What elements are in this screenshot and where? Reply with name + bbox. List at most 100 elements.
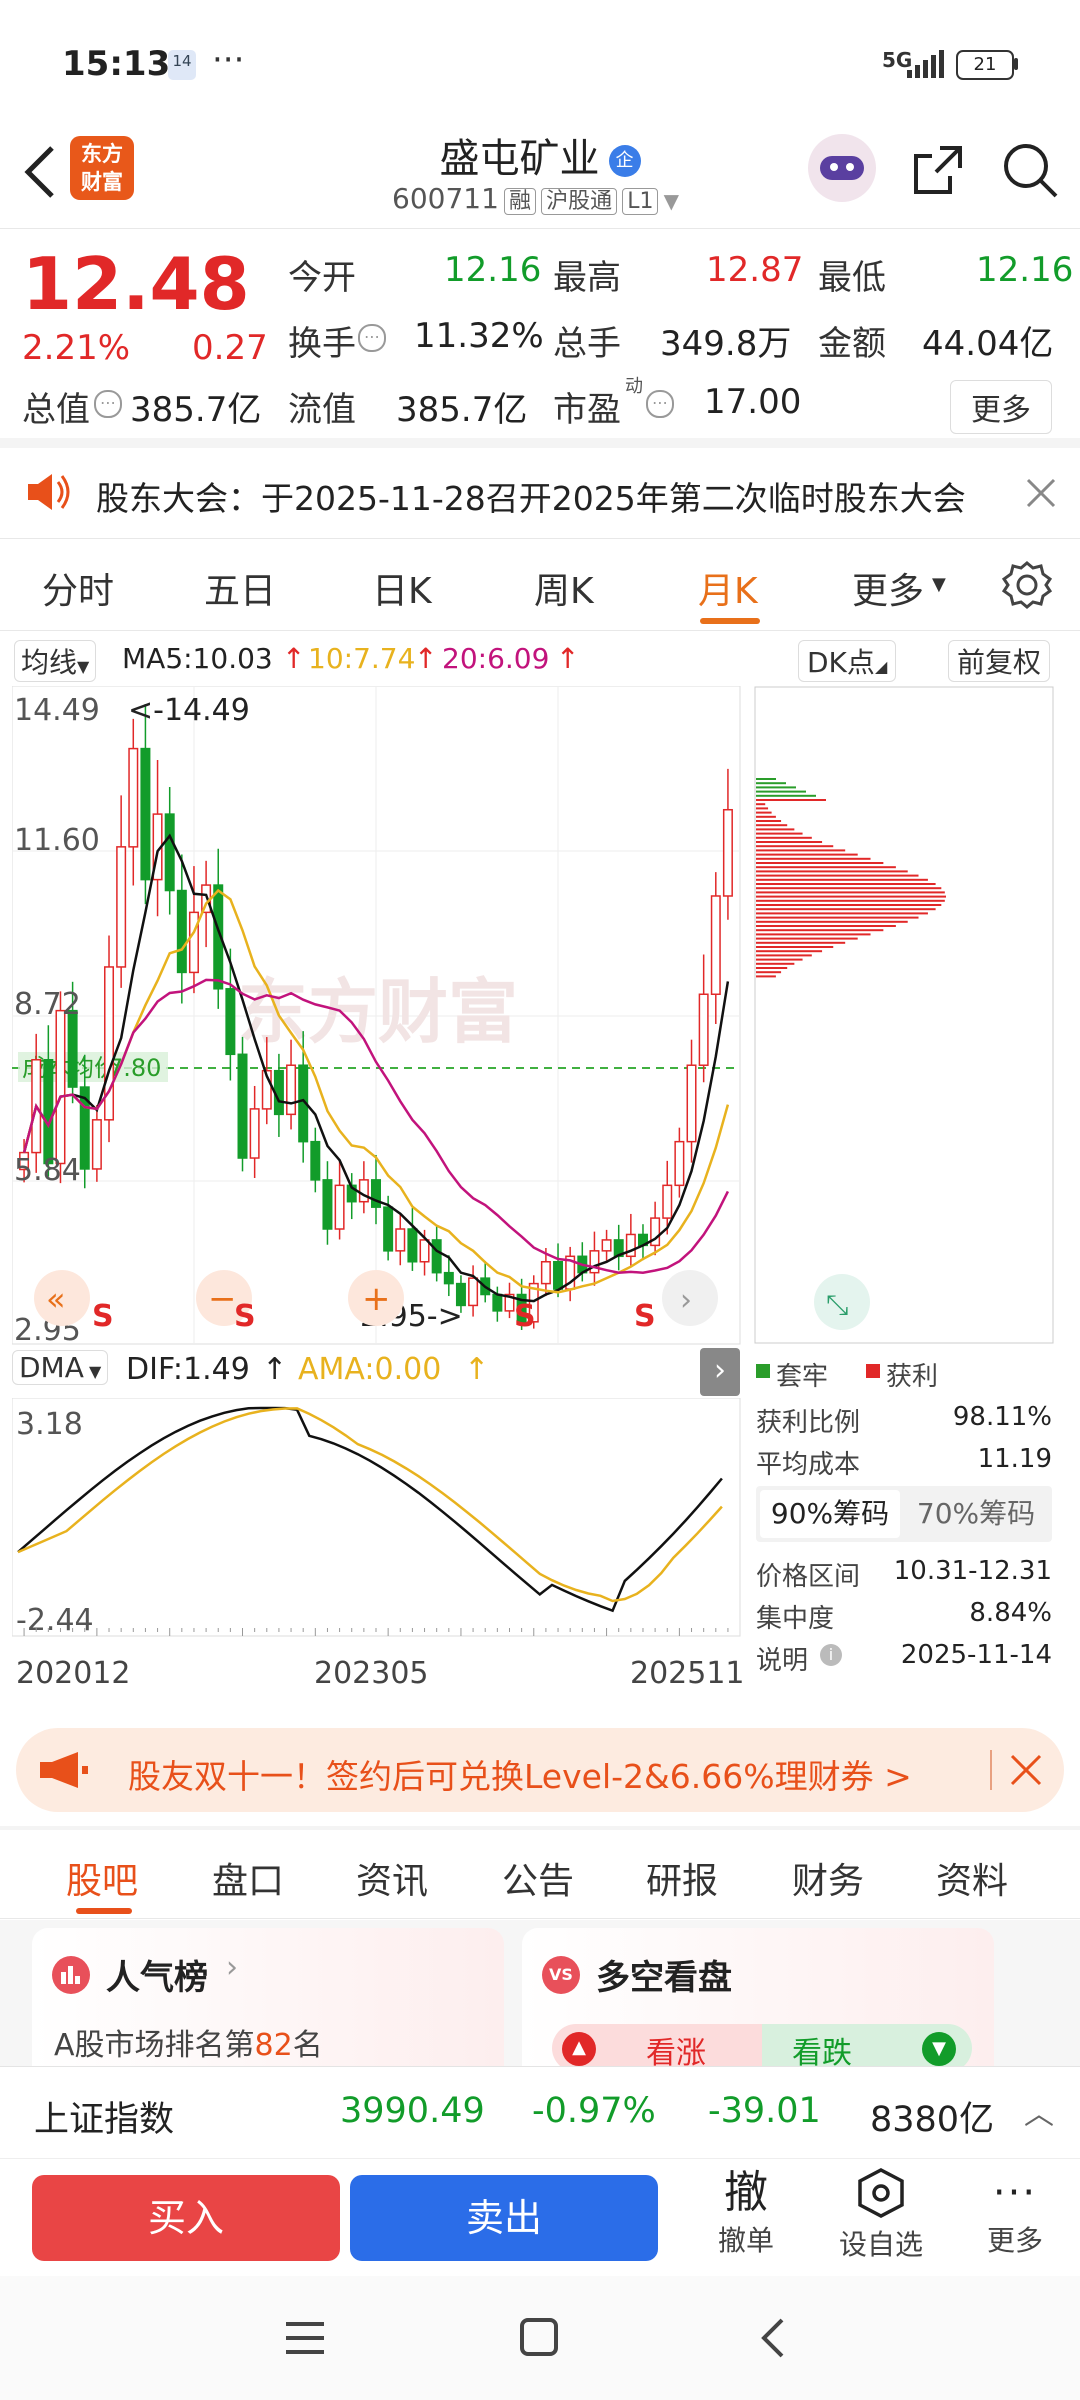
- s-mark: S: [634, 1299, 656, 1334]
- chip-bar: [756, 794, 816, 797]
- candle: [710, 895, 721, 996]
- profit-ratio-label: 获利比例: [756, 1408, 861, 1438]
- tab-weekly[interactable]: 周K: [534, 562, 594, 614]
- promo-text: 股友双十一！签约后可兑换Level-2&6.66%理财券 >: [128, 1757, 912, 1796]
- tab-intraday[interactable]: 分时: [42, 562, 114, 614]
- notice-bar[interactable]: 股东大会：于2025-11-28召开2025年第二次临时股东大会: [0, 448, 1080, 538]
- tab-announcements[interactable]: 公告: [502, 1852, 574, 1904]
- chip-bar: [756, 807, 769, 810]
- dma-y-bottom: -2.44: [16, 1603, 94, 1638]
- bull-button[interactable]: ▲ 看涨: [552, 2024, 762, 2066]
- add-watchlist-button[interactable]: 设自选: [826, 2167, 936, 2263]
- settings-icon[interactable]: [1002, 560, 1052, 610]
- tab-5day[interactable]: 五日: [204, 562, 276, 614]
- megaphone-icon: [40, 1752, 88, 1788]
- candle: [419, 1239, 430, 1263]
- candle: [176, 889, 187, 974]
- tab-more[interactable]: 更多: [852, 562, 924, 614]
- y-label-2: 11.60: [14, 823, 100, 858]
- last-price: 12.48: [22, 242, 250, 326]
- candle: [67, 1009, 78, 1088]
- tab-news[interactable]: 资讯: [356, 1852, 428, 1904]
- divider: [0, 228, 1080, 229]
- dma-chart[interactable]: 3.18 -2.44: [12, 1398, 742, 1638]
- share-icon[interactable]: [910, 142, 966, 198]
- info-icon[interactable]: i: [820, 1644, 842, 1666]
- tab-research[interactable]: 研报: [646, 1852, 718, 1904]
- cancel-order-button[interactable]: 撤 撤单: [706, 2167, 786, 2259]
- divider: [0, 1918, 1080, 1919]
- assistant-robot-icon[interactable]: [808, 134, 876, 202]
- duokong-card[interactable]: VS 多空看盘 ▲ 看涨 看跌 ▼: [522, 1928, 994, 2066]
- more-label: 更多: [986, 2224, 1043, 2257]
- tab-daily[interactable]: 日K: [372, 562, 432, 614]
- chip-bar: [756, 933, 871, 936]
- price-range-label: 价格区间: [756, 1562, 861, 1592]
- menu-icon[interactable]: [284, 2318, 326, 2358]
- close-icon[interactable]: [1008, 1752, 1044, 1788]
- chip-bar: [756, 853, 858, 856]
- index-ticker-bar[interactable]: 上证指数 3990.49 -0.97% -39.01 8380亿 ︿: [0, 2066, 1080, 2159]
- tag-margin: 融: [503, 188, 536, 215]
- ma-select[interactable]: 均线▼: [14, 640, 97, 682]
- back-icon[interactable]: [758, 2316, 788, 2360]
- chip-bar: [756, 828, 795, 831]
- expand-indicator-button[interactable]: ›: [700, 1348, 740, 1396]
- index-name: 上证指数: [34, 2100, 175, 2140]
- candle: [286, 1064, 297, 1116]
- tab-profile[interactable]: 资料: [936, 1852, 1008, 1904]
- tab-finance[interactable]: 财务: [792, 1852, 864, 1904]
- dma-select[interactable]: DMA ▼: [12, 1350, 109, 1385]
- chip-bar: [756, 832, 803, 835]
- s-mark: S: [234, 1299, 256, 1334]
- dropdown-icon[interactable]: ▼: [664, 189, 679, 213]
- index-pct: -0.97%: [532, 2091, 656, 2131]
- sell-button[interactable]: 卖出: [350, 2175, 658, 2261]
- mktcap-value: 385.7亿: [130, 390, 262, 430]
- info-icon[interactable]: ⋯: [94, 390, 122, 418]
- chart-period-tabs: 分时 五日 日K 周K 月K 更多 ▼: [0, 540, 1080, 630]
- trade-action-bar: 买入 卖出 撤 撤单 设自选 ··· 更多: [0, 2158, 1080, 2277]
- profit-legend-icon: [866, 1364, 880, 1378]
- float-value: 385.7亿: [396, 390, 528, 430]
- home-icon[interactable]: [518, 2316, 560, 2358]
- status-bar: 15:13 14 ··· 5G 21: [0, 0, 1080, 120]
- tab-pankou[interactable]: 盘口: [212, 1852, 284, 1904]
- forward-adjust-button[interactable]: 前复权: [948, 640, 1051, 682]
- popularity-card[interactable]: 人气榜 › A股市场排名第82名: [32, 1928, 504, 2066]
- mktcap-label: 总值: [22, 390, 90, 430]
- promo-banner[interactable]: 股友双十一！签约后可兑换Level-2&6.66%理财券 >: [16, 1728, 1064, 1812]
- search-icon[interactable]: [1000, 140, 1060, 200]
- info-icon[interactable]: ⋯: [646, 390, 674, 418]
- info-icon[interactable]: ⋯: [358, 324, 386, 352]
- dk-point-button[interactable]: DK点◢: [798, 640, 897, 682]
- cancel-icon: 撤: [724, 2167, 768, 2218]
- ma-indicator-bar: 均线▼ MA5:10.03 ↑ 10:7.74 ↑ 20:6.09 ↑ DK点◢…: [0, 636, 1080, 686]
- candle: [431, 1239, 442, 1274]
- rank-number: 82: [254, 2028, 293, 2063]
- concentration-value: 8.84%: [969, 1598, 1052, 1628]
- candle: [371, 1179, 381, 1208]
- more-quote-button[interactable]: 更多: [950, 380, 1052, 434]
- more-actions-button[interactable]: ··· 更多: [970, 2167, 1060, 2259]
- y-label-4: 5.84: [14, 1153, 81, 1188]
- buy-button[interactable]: 买入: [32, 2175, 340, 2261]
- tab-guba[interactable]: 股吧: [66, 1852, 138, 1904]
- chevron-up-icon[interactable]: ︿: [1024, 2089, 1054, 2133]
- status-time: 15:13: [62, 44, 171, 84]
- ma5-value: MA5:10.03: [122, 642, 273, 675]
- stock-name: 盛屯矿业: [439, 136, 600, 182]
- pe-value: 17.00: [704, 382, 802, 422]
- bear-button[interactable]: 看跌 ▼: [762, 2024, 972, 2066]
- chip-bar: [756, 862, 884, 864]
- tab-90-chips[interactable]: 90%筹码: [760, 1490, 900, 1538]
- tab-monthly[interactable]: 月K: [698, 562, 758, 614]
- tab-70-chips[interactable]: 70%筹码: [906, 1490, 1046, 1538]
- divider: [0, 538, 1080, 539]
- kline-chart[interactable]: 东方财富 成本均价 7.80 14.49 11.60 8.72 5.84 2.9…: [12, 686, 742, 1346]
- chip-stats-panel: 套牢 获利 获利比例 98.11% 平均成本 11.19 90%筹码 70%筹码…: [754, 1356, 1060, 1696]
- chip-bar: [756, 878, 928, 881]
- bear-label: 看跌: [792, 2036, 852, 2066]
- watermark: 东方财富: [238, 971, 518, 1053]
- close-icon[interactable]: [1024, 476, 1058, 510]
